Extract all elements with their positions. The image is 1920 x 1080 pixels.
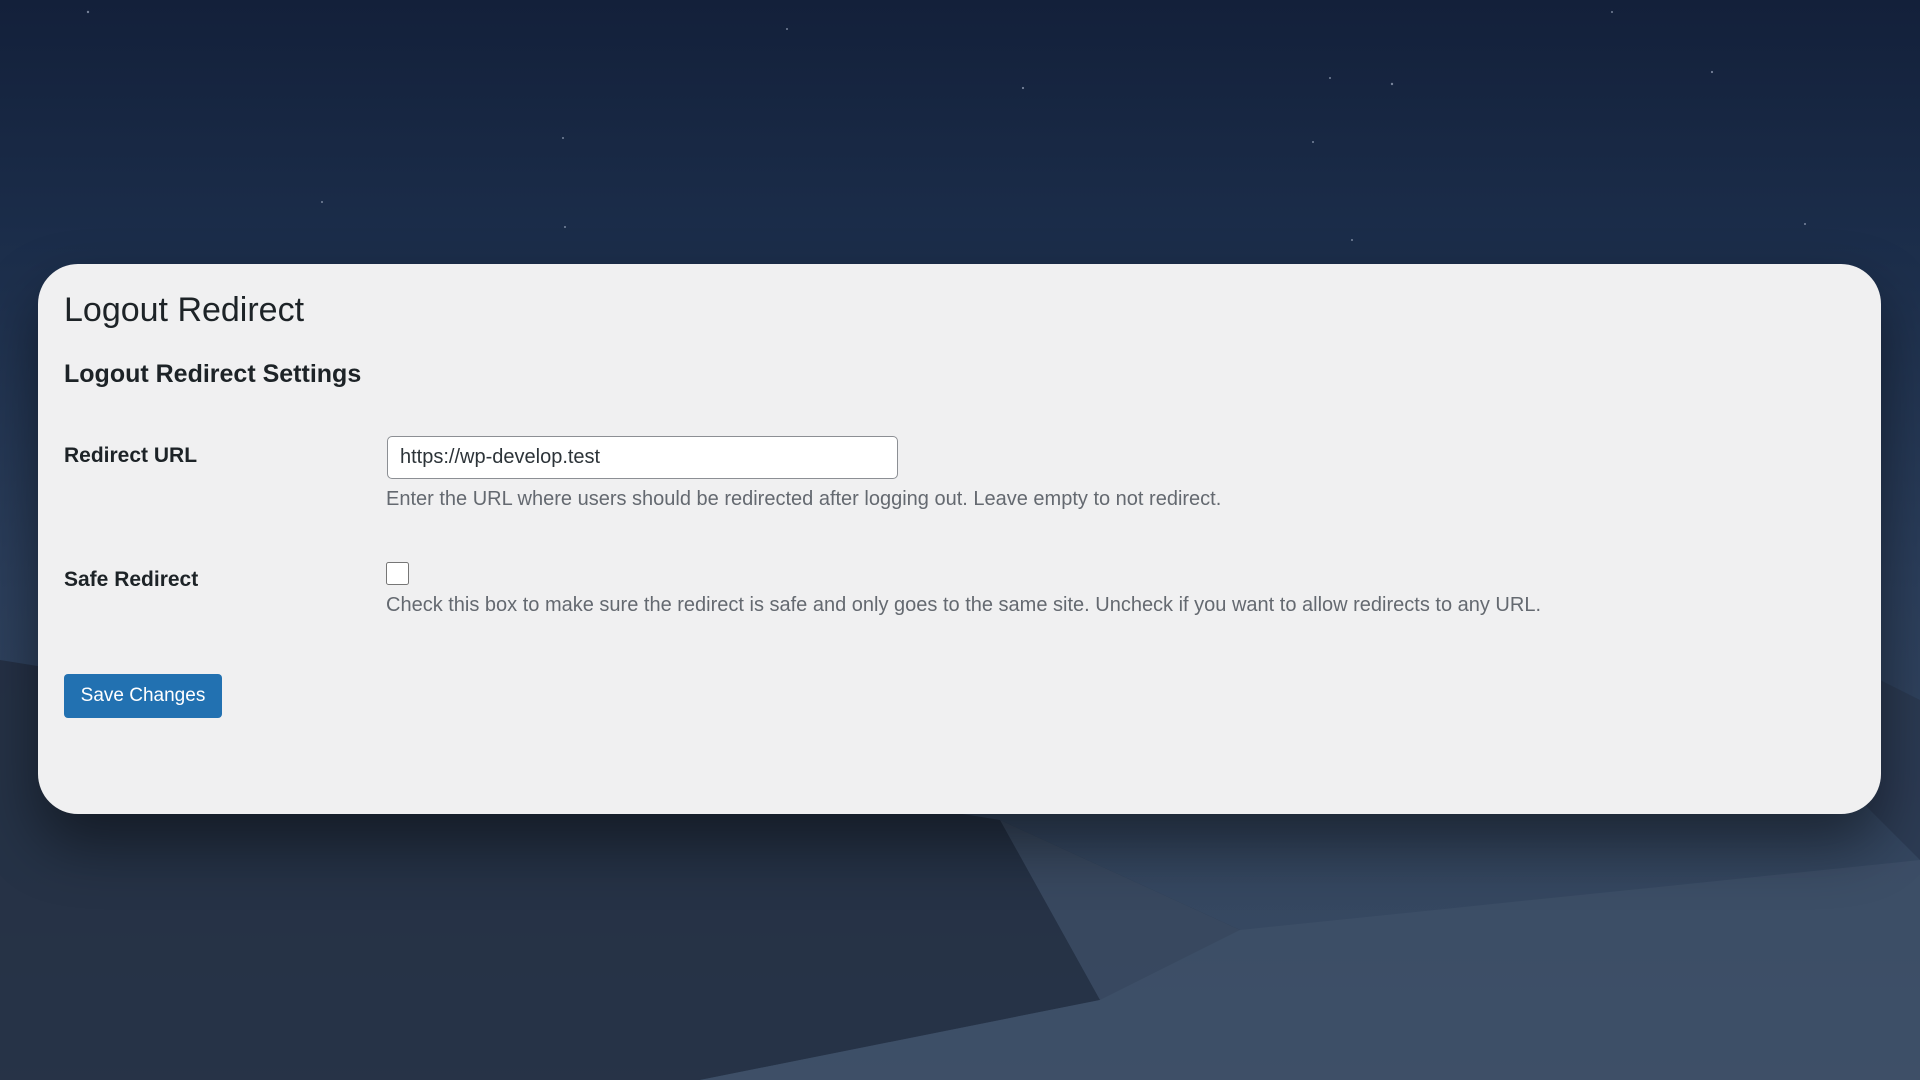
page-title: Logout Redirect <box>64 291 305 329</box>
redirect-url-description: Enter the URL where users should be redi… <box>386 488 1222 510</box>
section-title: Logout Redirect Settings <box>64 360 362 388</box>
safe-redirect-label: Safe Redirect <box>64 568 199 591</box>
redirect-url-label: Redirect URL <box>64 444 198 467</box>
safe-redirect-description: Check this box to make sure the redirect… <box>386 594 1541 616</box>
save-changes-button[interactable]: Save Changes <box>64 674 222 718</box>
settings-panel: Logout Redirect Logout Redirect Settings… <box>38 264 1881 814</box>
redirect-url-input[interactable] <box>387 436 898 479</box>
safe-redirect-checkbox[interactable] <box>386 562 409 585</box>
